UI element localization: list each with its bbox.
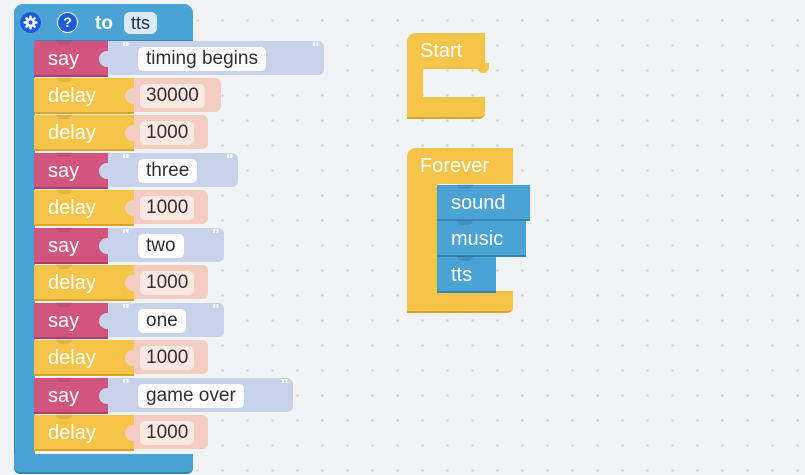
number-input[interactable]: 1000 [134, 115, 208, 149]
forever-event-block[interactable]: Forever sound music tts [407, 148, 530, 313]
delay-value-field[interactable]: 1000 [140, 196, 195, 220]
number-input[interactable]: 1000 [134, 415, 208, 449]
start-event-block[interactable]: Start [407, 33, 489, 119]
procedure-name-field[interactable]: tts [124, 12, 158, 34]
delay-keyword: delay [48, 85, 96, 107]
delay-value-field[interactable]: 1000 [140, 346, 195, 370]
delay-value-field[interactable]: 30000 [140, 84, 205, 108]
delay-value-field[interactable]: 1000 [140, 121, 195, 145]
number-input[interactable]: 1000 [134, 190, 208, 224]
procedure-footer [14, 454, 193, 474]
say-keyword: say [48, 160, 80, 182]
say-keyword: say [48, 310, 80, 332]
say-keyword: say [48, 235, 80, 257]
say-text-field[interactable]: two [138, 234, 184, 258]
procedure-keyword: to [95, 13, 113, 34]
delay-keyword: delay [48, 272, 96, 294]
number-input[interactable]: 1000 [134, 340, 208, 374]
number-input[interactable]: 30000 [134, 78, 221, 112]
gear-icon[interactable] [20, 12, 41, 33]
number-input[interactable]: 1000 [134, 265, 208, 299]
call-label: tts [451, 264, 473, 286]
procedure-definition-block[interactable]: ? to tts say " timing begins " delay 300… [14, 4, 324, 474]
delay-keyword: delay [48, 347, 96, 369]
say-text-field[interactable]: three [138, 159, 198, 183]
string-input[interactable]: " three " [108, 152, 238, 187]
call-sound-block[interactable]: sound [437, 184, 530, 221]
say-text-field[interactable]: timing begins [138, 47, 266, 71]
procedure-spine [14, 40, 35, 454]
say-text-field[interactable]: game over [138, 384, 244, 408]
say-keyword: say [48, 385, 80, 407]
call-tts-block[interactable]: tts [437, 256, 496, 293]
blocks-workspace[interactable]: ? to tts say " timing begins " delay 300… [0, 0, 805, 475]
string-input[interactable]: " game over " [108, 377, 293, 412]
question-mark-icon[interactable]: ? [57, 12, 78, 33]
say-keyword: say [48, 48, 80, 70]
string-input[interactable]: " timing begins " [108, 40, 324, 75]
delay-keyword: delay [48, 122, 96, 144]
say-text-field[interactable]: one [138, 309, 186, 333]
call-label: sound [451, 192, 506, 214]
string-input[interactable]: " two " [108, 227, 224, 262]
start-block-label: Start [420, 40, 463, 62]
delay-value-field[interactable]: 1000 [140, 271, 195, 295]
delay-keyword: delay [48, 197, 96, 219]
call-label: music [451, 228, 504, 250]
delay-keyword: delay [48, 422, 96, 444]
call-music-block[interactable]: music [437, 220, 526, 257]
string-input[interactable]: " one " [108, 302, 224, 337]
forever-block-label: Forever [420, 155, 489, 177]
delay-value-field[interactable]: 1000 [140, 421, 195, 445]
procedure-header[interactable]: ? to tts [14, 4, 193, 42]
